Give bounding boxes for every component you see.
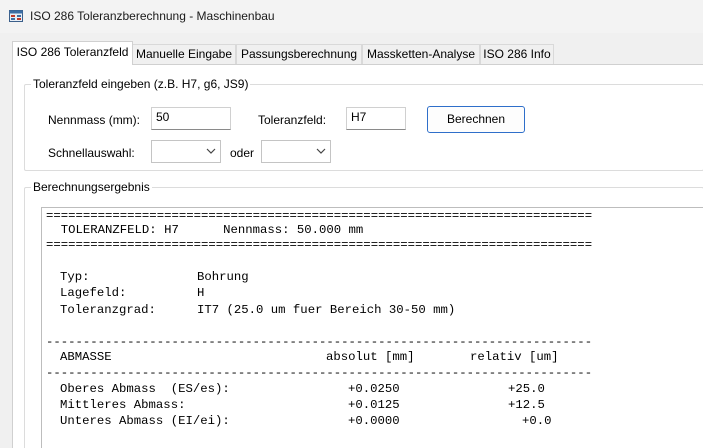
result-textbox[interactable]: ========================================… — [41, 207, 703, 448]
schnellauswahl-combo-1[interactable] — [151, 140, 221, 163]
window-title: ISO 286 Toleranzberechnung - Maschinenba… — [30, 9, 275, 23]
app-icon — [9, 10, 23, 22]
berechnen-button[interactable]: Berechnen — [427, 106, 525, 133]
table-row-rel: +25.0 — [508, 382, 545, 396]
tab-manuelle-eingabe[interactable]: Manuelle Eingabe — [132, 44, 236, 65]
tab-iso-info[interactable]: ISO 286 Info — [480, 44, 554, 65]
table-row-rel: +12.5 — [508, 398, 545, 412]
table-header-abs: absolut [mm] — [326, 350, 415, 364]
info-key-lagefeld: Lagefeld: — [60, 286, 127, 300]
separator-single: ----------------------------------------… — [46, 366, 593, 380]
table-row-name: Oberes Abmass (ES/es): — [60, 382, 230, 396]
nennmass-input[interactable]: 50 — [151, 107, 231, 130]
chevron-down-icon — [316, 148, 326, 154]
table-row-name: Unteres Abmass (EI/ei): — [60, 414, 230, 428]
toleranzfeld-label: Toleranzfeld: — [258, 113, 327, 127]
info-value-lagefeld: H — [197, 286, 205, 300]
info-value-toleranzgrad: IT7 (25.0 um fuer Bereich 30-50 mm) — [197, 303, 456, 317]
chevron-down-icon — [206, 148, 216, 154]
info-key-typ: Typ: — [60, 270, 90, 284]
result-header-line: TOLERANZFELD: H7 Nennmass: 50.000 mm — [46, 223, 364, 237]
input-group: Toleranzfeld eingeben (z.B. H7, g6, JS9)… — [24, 77, 703, 171]
input-group-title: Toleranzfeld eingeben (z.B. H7, g6, JS9) — [31, 77, 251, 91]
tab-toleranzfeld[interactable]: ISO 286 Toleranzfeld — [12, 41, 133, 65]
table-row-rel: +0.0 — [522, 414, 552, 428]
toleranzfeld-input[interactable]: H7 — [346, 107, 406, 130]
separator-single: ----------------------------------------… — [46, 335, 593, 349]
tab-massketten-analyse[interactable]: Massketten-Analyse — [362, 44, 480, 65]
table-row-abs: +0.0125 — [348, 398, 400, 412]
table-row-abs: +0.0000 — [348, 414, 400, 428]
separator-double: ========================================… — [46, 238, 593, 252]
table-header-rel: relativ [um] — [470, 350, 559, 364]
table-header-name: ABMASSE — [60, 350, 112, 364]
nennmass-label: Nennmass (mm): — [48, 113, 141, 127]
oder-label: oder — [230, 146, 255, 160]
info-key-toleranzgrad: Toleranzgrad: — [60, 303, 156, 317]
result-group-title: Berechnungsergebnis — [31, 180, 152, 194]
schnellauswahl-label: Schnellauswahl: — [48, 146, 135, 160]
table-row-name: Mittleres Abmass: — [60, 398, 186, 412]
title-bar: ISO 286 Toleranzberechnung - Maschinenba… — [0, 0, 703, 33]
tab-passungsberechnung[interactable]: Passungsberechnung — [236, 44, 362, 65]
info-value-typ: Bohrung — [197, 270, 249, 284]
schnellauswahl-combo-2[interactable] — [261, 140, 331, 163]
table-row-abs: +0.0250 — [348, 382, 400, 396]
